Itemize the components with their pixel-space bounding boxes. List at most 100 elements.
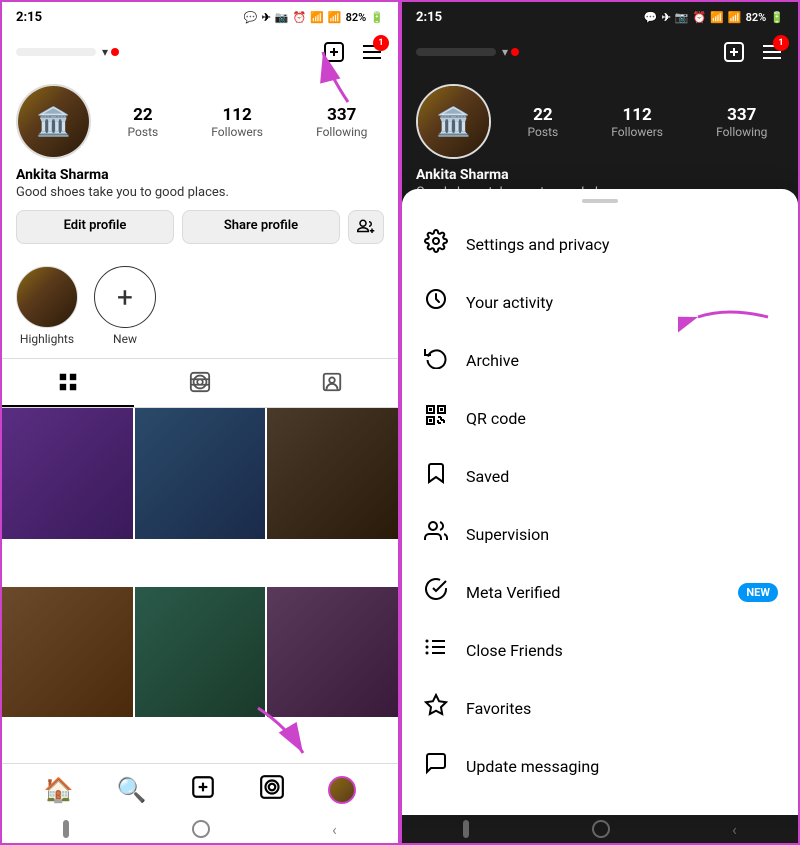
profile-row-right: 🏛️ 22 Posts 112 Followers 337 Following [416, 84, 784, 159]
stat-followers-label-right: Followers [611, 125, 663, 139]
highlight-circle-0 [16, 266, 78, 328]
stat-posts-label-right: Posts [528, 125, 559, 139]
add-post-button[interactable] [322, 40, 346, 64]
stat-posts[interactable]: 22 Posts [128, 105, 159, 139]
avatar-left: 🏛️ [16, 84, 91, 159]
home-nav-icon[interactable] [192, 820, 210, 838]
stat-following-number: 337 [327, 105, 356, 125]
profile-name-right: Ankita Sharma [416, 167, 784, 183]
grid-cell-1[interactable] [2, 408, 133, 539]
alarm-icon: ⏰ [293, 11, 307, 24]
sheet-item-favorites[interactable]: Favorites [402, 679, 798, 737]
home-nav-button[interactable]: 🏠 [44, 776, 74, 804]
status-icons-left: 💬 ✈ 📷 ⏰ 📶 📶 82% 🔋 [244, 11, 384, 24]
photo-grid [2, 408, 398, 763]
stat-followers-right[interactable]: 112 Followers [611, 105, 663, 139]
menu-button-right[interactable]: 1 [760, 40, 784, 64]
stats-row-left: 22 Posts 112 Followers 337 Following [111, 105, 384, 139]
add-nav-button[interactable] [190, 774, 216, 806]
grid-cell-2[interactable] [135, 408, 266, 539]
share-profile-button[interactable]: Share profile [182, 210, 340, 244]
reels-nav-button[interactable] [259, 774, 285, 806]
caret-icon-right: ▾ [502, 45, 508, 59]
status-icons-right: 💬 ✈ 📷 ⏰ 📶 📶 82% 🔋 [644, 11, 784, 24]
bottom-sheet: Settings and privacy Your activity Archi… [402, 189, 798, 815]
bottom-nav-left: 🏠 🔍 [2, 763, 398, 815]
grid-cell-4[interactable] [2, 587, 133, 718]
add-friend-button[interactable] [348, 210, 384, 244]
tab-grid[interactable] [2, 359, 134, 407]
notification-dot [111, 48, 119, 56]
avatar-image-left: 🏛️ [18, 86, 89, 157]
sheet-item-saved[interactable]: Saved [402, 447, 798, 505]
menu-badge-right: 1 [773, 35, 789, 51]
sheet-item-settings[interactable]: Settings and privacy [402, 215, 798, 273]
highlight-label-0: Highlights [20, 332, 74, 346]
meta-verified-label: Meta Verified [466, 583, 560, 602]
sheet-handle [582, 199, 618, 203]
grid-cell-6[interactable] [267, 587, 398, 718]
time-left: 2:15 [16, 10, 42, 25]
stat-posts-label: Posts [128, 125, 159, 139]
top-nav-left: ▾ 1 [2, 30, 398, 74]
avatar-image-right: 🏛️ [418, 86, 489, 157]
highlight-item-1[interactable]: + New [94, 266, 156, 346]
highlight-item-0[interactable]: Highlights [16, 266, 78, 346]
stats-row-right: 22 Posts 112 Followers 337 Following [511, 105, 784, 139]
battery-text: 82% [346, 11, 367, 24]
caret-icon: ▾ [102, 45, 108, 59]
grid-cell-3[interactable] [267, 408, 398, 539]
dropdown-area-right[interactable]: ▾ [502, 45, 519, 59]
profile-nav-button[interactable] [328, 776, 356, 804]
stat-following[interactable]: 337 Following [316, 105, 367, 139]
meta-verified-icon [422, 577, 450, 607]
menu-button[interactable]: 1 [360, 40, 384, 64]
username-text-right [416, 48, 496, 56]
archive-icon [422, 345, 450, 375]
stat-following-number-right: 337 [727, 105, 756, 125]
stat-followers-number-right: 112 [623, 105, 652, 125]
supervision-icon [422, 519, 450, 549]
battery-icon-r: 🔋 [770, 11, 784, 24]
username-text-left [16, 48, 96, 56]
tabs-row [2, 358, 398, 408]
time-right: 2:15 [416, 10, 442, 25]
whatsapp-icon-r: 💬 [644, 11, 658, 24]
sheet-item-messaging[interactable]: Update messaging [402, 737, 798, 795]
home-indicator-right: ‹ [402, 815, 798, 843]
sheet-item-close-friends[interactable]: Close Friends [402, 621, 798, 679]
add-post-button-right[interactable] [722, 40, 746, 64]
back-nav-icon[interactable] [63, 820, 69, 838]
saved-label: Saved [466, 467, 509, 486]
tab-tagged[interactable] [266, 359, 398, 407]
close-friends-label: Close Friends [466, 641, 563, 660]
activity-icon [422, 287, 450, 317]
username-area-right: ▾ [416, 45, 722, 59]
archive-label: Archive [466, 351, 519, 370]
dropdown-area[interactable]: ▾ [102, 45, 119, 59]
saved-icon [422, 461, 450, 491]
sheet-item-meta-verified[interactable]: Meta Verified NEW [402, 563, 798, 621]
wifi-icon: 📶 [310, 11, 324, 24]
stat-posts-number: 22 [133, 105, 153, 125]
stat-following-right[interactable]: 337 Following [716, 105, 767, 139]
right-panel: 2:15 💬 ✈ 📷 ⏰ 📶 📶 82% 🔋 ▾ [400, 0, 800, 845]
highlight-label-1: New [113, 332, 137, 346]
recent-nav-icon-right[interactable]: ‹ [732, 820, 737, 839]
grid-cell-5[interactable] [135, 587, 266, 718]
tab-reels[interactable] [134, 359, 266, 407]
edit-profile-button[interactable]: Edit profile [16, 210, 174, 244]
sheet-item-qrcode[interactable]: QR code [402, 389, 798, 447]
recent-nav-icon[interactable]: ‹ [332, 820, 337, 839]
supervision-label: Supervision [466, 525, 549, 544]
back-nav-icon-right[interactable] [463, 820, 469, 838]
battery-icon: 🔋 [370, 11, 384, 24]
messaging-icon [422, 751, 450, 781]
home-nav-icon-right[interactable] [592, 820, 610, 838]
sheet-item-supervision[interactable]: Supervision [402, 505, 798, 563]
search-nav-button[interactable]: 🔍 [117, 776, 147, 804]
sheet-item-activity[interactable]: Your activity [402, 273, 798, 331]
stat-followers[interactable]: 112 Followers [211, 105, 263, 139]
stat-posts-right[interactable]: 22 Posts [528, 105, 559, 139]
sheet-item-archive[interactable]: Archive [402, 331, 798, 389]
